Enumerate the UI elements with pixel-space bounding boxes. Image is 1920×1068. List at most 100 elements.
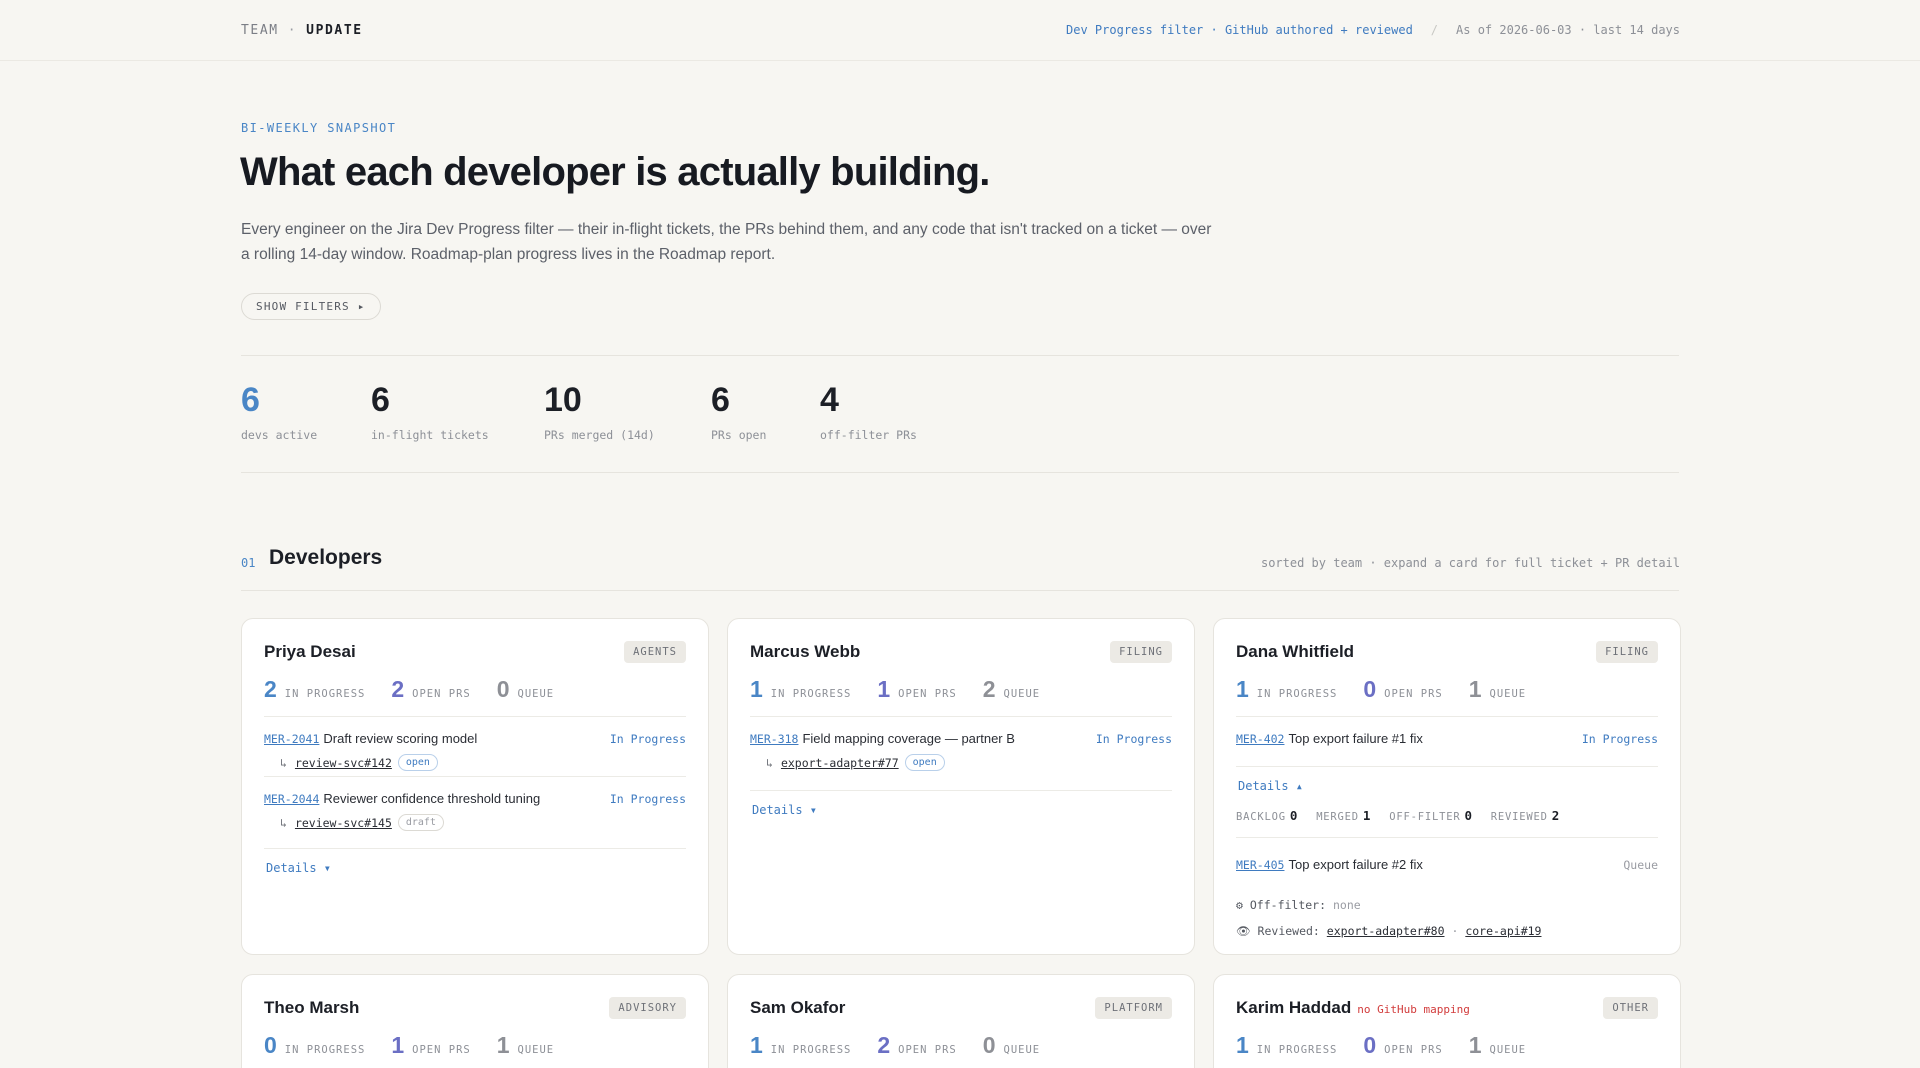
developer-card: Karim Haddad no GitHub mapping OTHER 1 IN … [1213,974,1681,1068]
count-value: 2 [982,676,996,702]
stat-prs-open: 6 PRs open [711,380,766,442]
count-label: OPEN PRS [1384,1044,1443,1056]
brand: TEAM · UPDATE [241,23,363,38]
count-queue: 1 QUEUE [497,1032,554,1059]
details-toggle[interactable]: Details ▾ [266,861,331,875]
ticket-status: In Progress [609,792,686,806]
divider [1236,837,1658,838]
stat-value: 6 [241,381,260,419]
divider [1236,766,1658,767]
top-meta: Dev Progress filter · GitHub authored + … [1066,23,1680,37]
count-in-progress: 1 IN PROGRESS [750,676,851,703]
divider [241,590,1679,591]
ticket-item: MER-2041 Draft review scoring model In Pr… [264,731,686,771]
reply-arrow-icon: ↳ [280,815,287,830]
count-label: OPEN PRS [1384,688,1443,700]
divider [241,355,1679,356]
pr-link[interactable]: export-adapter#77 [781,756,899,770]
stat-label: PRs open [711,428,767,442]
ticket-summary: Top export failure #2 fix [1288,857,1423,872]
ticket-summary: Top export failure #1 fix [1288,731,1423,746]
developer-card: Priya Desai AGENTS 2 IN PROGRESS 2 OPEN PR… [241,618,709,955]
metric-value: 0 [1464,808,1473,823]
count-label: QUEUE [517,688,555,700]
divider [264,848,686,849]
developer-card: Dana Whitfield FILING 1 IN PROGRESS 0 OPEN… [1213,618,1681,955]
filter-info-link[interactable]: Dev Progress filter · GitHub authored + … [1066,23,1413,37]
eye-icon: 👁 [1236,924,1251,938]
ticket-key-link[interactable]: MER-402 [1236,732,1284,746]
developer-name: Karim Haddad no GitHub mapping [1236,998,1470,1018]
count-label: OPEN PRS [898,1044,957,1056]
section-note: sorted by team · expand a card for full … [1260,556,1680,570]
divider [264,716,686,717]
count-value: 0 [982,1032,996,1058]
ticket-item: MER-405 Top export failure #2 fix Queue [1236,857,1658,872]
count-queue: 1 QUEUE [1469,676,1526,703]
ticket-metrics: BACKLOG 0 MERGED 1 OFF-FILTER 0 REVIEWED 2 [1236,808,1560,823]
count-value: 1 [391,1032,405,1058]
page-title: What each developer is actually building… [240,150,990,194]
count-label: IN PROGRESS [770,1044,852,1056]
ticket-counts: 1 IN PROGRESS 0 OPEN PRS 1 QUEUE [1236,1032,1526,1059]
stat-devs-active: 6 devs active [241,380,317,442]
ticket-key-link[interactable]: MER-2041 [264,732,319,746]
metric-label: BACKLOG [1236,811,1286,823]
ticket-key-link[interactable]: MER-2044 [264,792,319,806]
metric-label: OFF-FILTER [1389,811,1461,823]
count-label: IN PROGRESS [284,688,366,700]
stat-in-flight-tickets: 6 in-flight tickets [371,380,489,442]
developer-name: Dana Whitfield [1236,642,1355,661]
count-label: OPEN PRS [412,688,471,700]
pr-link[interactable]: review-svc#145 [295,816,392,830]
page-description: Every engineer on the Jira Dev Progress … [241,221,1212,263]
reply-arrow-icon: ↳ [766,755,773,770]
count-label: QUEUE [1489,688,1527,700]
ticket-item: MER-402 Top export failure #1 fix In Prog… [1236,731,1658,746]
off-filter-line: ⚙ Off-filter: none [1236,898,1361,912]
count-value: 1 [1468,1032,1482,1058]
metric-off-filter: OFF-FILTER 0 [1389,808,1473,823]
count-open-prs: 2 OPEN PRS [391,676,470,703]
pr-state-badge: draft [397,814,444,831]
stat-label: devs active [241,428,318,442]
show-filters-button[interactable]: SHOW FILTERS ▸ [241,293,381,320]
count-value: 1 [1236,676,1249,702]
section-number: 01 [241,556,256,570]
developer-card: Marcus Webb FILING 1 IN PROGRESS 1 OPEN PR… [727,618,1195,955]
developer-name: Theo Marsh [264,998,360,1017]
stat-label: off-filter PRs [820,428,917,442]
count-in-progress: 2 IN PROGRESS [264,676,365,703]
count-label: QUEUE [1003,1044,1041,1056]
count-value: 1 [1236,1032,1249,1058]
ticket-key-link[interactable]: MER-405 [1236,858,1284,872]
warning-badge: no GitHub mapping [1357,1003,1470,1016]
section-title: Developers [269,546,383,569]
reviewed-pr-link[interactable]: core-api#19 [1465,924,1541,938]
gear-icon: ⚙ [1236,898,1243,912]
stat-label: in-flight tickets [371,428,489,442]
count-value: 2 [391,676,405,702]
count-label: QUEUE [1003,688,1041,700]
ticket-counts: 0 IN PROGRESS 1 OPEN PRS 1 QUEUE [264,1032,554,1059]
team-badge: OTHER [1603,997,1658,1019]
developer-card: Theo Marsh ADVISORY 0 IN PROGRESS 1 OPEN P… [241,974,709,1068]
developer-name: Sam Okafor [750,998,846,1017]
stat-off-filter-prs: 4 off-filter PRs [820,380,917,442]
count-label: QUEUE [517,1044,555,1056]
ticket-key-link[interactable]: MER-318 [750,732,798,746]
ticket-counts: 2 IN PROGRESS 2 OPEN PRS 0 QUEUE [264,676,554,703]
off-filter-value: none [1332,898,1361,912]
reviewed-pr-link[interactable]: export-adapter#80 [1327,924,1445,938]
stat-value: 6 [371,381,390,419]
count-value: 1 [877,676,891,702]
pr-state-badge: open [397,754,438,771]
ticket-summary: Field mapping coverage — partner B [802,731,1015,746]
divider [264,776,686,777]
stat-value: 6 [711,381,730,419]
details-toggle[interactable]: Details ▾ [752,803,817,817]
meta-separator: / [1430,23,1439,37]
details-toggle[interactable]: Details ▴ [1238,779,1303,793]
linked-pr: ↳ review-svc#142 open [280,754,686,771]
pr-link[interactable]: review-svc#142 [295,756,392,770]
